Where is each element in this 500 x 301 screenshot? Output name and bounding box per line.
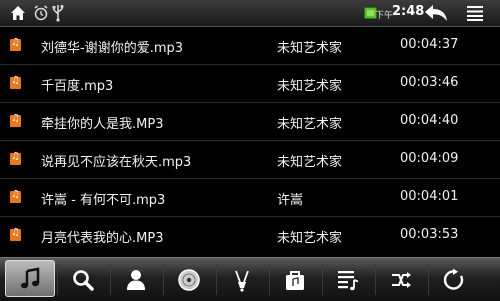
album-icon bbox=[178, 269, 200, 291]
repeat-icon bbox=[443, 268, 464, 290]
song-duration: 00:04:40 bbox=[400, 113, 459, 128]
song-row[interactable]: 月亮代表我的心.MP3 未知艺术家 00:03:53 bbox=[0, 217, 500, 254]
song-row[interactable]: 许嵩 - 有何不可.mp3 许嵩 00:04:01 bbox=[0, 179, 500, 217]
audio-file-icon bbox=[10, 151, 21, 165]
song-duration: 00:03:53 bbox=[400, 227, 459, 242]
song-artist: 未知艺术家 bbox=[277, 117, 343, 132]
search-icon bbox=[73, 270, 94, 291]
audio-file-icon bbox=[10, 113, 21, 127]
song-artist: 未知艺术家 bbox=[277, 41, 343, 56]
audio-file-icon bbox=[10, 227, 21, 241]
song-title: 月亮代表我的心.MP3 bbox=[41, 231, 164, 246]
home-icon[interactable] bbox=[10, 5, 26, 21]
audio-file-icon bbox=[10, 75, 21, 89]
song-title: 牵挂你的人是我.MP3 bbox=[41, 117, 164, 132]
songs-tab-button[interactable] bbox=[5, 260, 55, 297]
folder-icon bbox=[286, 271, 304, 290]
repeat-button[interactable] bbox=[429, 261, 479, 298]
album-button[interactable] bbox=[164, 261, 214, 298]
playlist-icon bbox=[338, 271, 359, 291]
shuffle-button[interactable] bbox=[376, 261, 426, 298]
song-row[interactable]: 牵挂你的人是我.MP3 未知艺术家 00:04:40 bbox=[0, 103, 500, 141]
usb-icon bbox=[52, 5, 64, 22]
song-artist: 未知艺术家 bbox=[277, 155, 343, 170]
song-artist: 许嵩 bbox=[277, 193, 304, 208]
song-row[interactable]: 说再见不应该在秋天.mp3 未知艺术家 00:04:09 bbox=[0, 141, 500, 179]
genre-button[interactable] bbox=[217, 261, 267, 298]
song-title: 刘德华-谢谢你的爱.mp3 bbox=[41, 41, 184, 56]
clock: 2:48 bbox=[392, 4, 425, 19]
music-note-icon bbox=[21, 267, 40, 289]
back-icon[interactable] bbox=[423, 3, 449, 23]
audio-file-icon bbox=[10, 189, 21, 203]
audio-file-icon bbox=[10, 37, 21, 51]
song-row[interactable]: 千百度.mp3 未知艺术家 00:03:46 bbox=[0, 65, 500, 103]
song-duration: 00:03:46 bbox=[400, 75, 459, 90]
song-artist: 未知艺术家 bbox=[277, 79, 343, 94]
playlist-button[interactable] bbox=[323, 261, 373, 298]
song-duration: 00:04:01 bbox=[400, 189, 459, 204]
song-duration: 00:04:09 bbox=[400, 151, 459, 166]
alarm-icon bbox=[34, 5, 48, 21]
menu-icon[interactable] bbox=[466, 4, 484, 22]
artist-icon bbox=[127, 270, 145, 290]
song-title: 说再见不应该在秋天.mp3 bbox=[41, 155, 192, 170]
song-duration: 00:04:37 bbox=[400, 37, 459, 52]
song-artist: 未知艺术家 bbox=[277, 231, 343, 246]
song-title: 许嵩 - 有何不可.mp3 bbox=[41, 193, 166, 208]
song-row[interactable]: 刘德华-谢谢你的爱.mp3 未知艺术家 00:04:37 bbox=[0, 27, 500, 65]
song-list: 刘德华-谢谢你的爱.mp3 未知艺术家 00:04:37 千百度.mp3 未知艺… bbox=[0, 27, 500, 257]
genre-icon bbox=[235, 270, 249, 292]
song-title: 千百度.mp3 bbox=[41, 79, 114, 94]
ampm-label: 下午 bbox=[375, 11, 394, 21]
folder-button[interactable] bbox=[270, 261, 320, 298]
bottom-toolbar bbox=[0, 257, 500, 301]
shuffle-icon bbox=[392, 272, 411, 288]
search-button[interactable] bbox=[58, 261, 108, 298]
status-bar: 下午 2:48 bbox=[0, 0, 500, 27]
artist-button[interactable] bbox=[111, 261, 161, 298]
